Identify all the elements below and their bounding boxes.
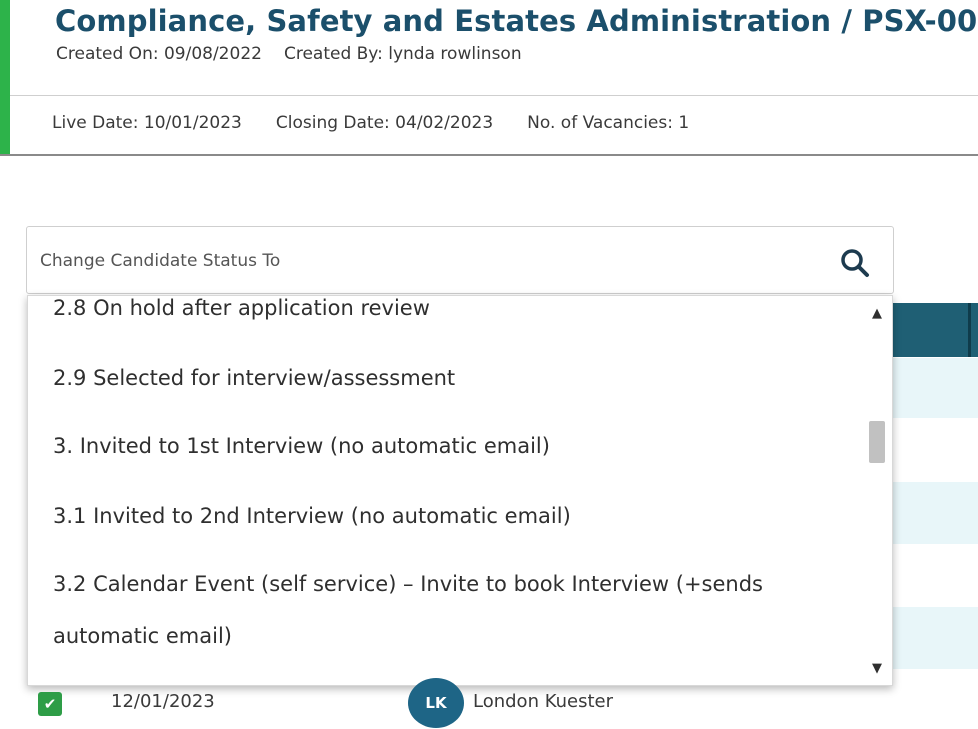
header-divider [10, 95, 978, 96]
change-status-label: Change Candidate Status To [40, 251, 281, 271]
live-date: Live Date: 10/01/2023 [52, 113, 242, 133]
scroll-down-arrow-icon[interactable]: ▼ [867, 659, 887, 679]
table-row-stripe [893, 482, 978, 544]
row-checkbox[interactable]: ✔ [38, 692, 62, 716]
status-option[interactable]: 2.8 On hold after application review [53, 296, 858, 334]
candidate-name[interactable]: London Kuester [473, 691, 613, 712]
header-bottom-border [0, 154, 978, 156]
status-option[interactable]: 3. Invited to 1st Interview (no automati… [53, 420, 858, 472]
accent-bar [0, 0, 10, 156]
change-status-select[interactable]: Change Candidate Status To [26, 226, 894, 294]
vacancies-count: No. of Vacancies: 1 [527, 113, 690, 133]
vacancy-header: Compliance, Safety and Estates Administr… [0, 0, 978, 156]
row-date: 12/01/2023 [111, 691, 215, 712]
vacancy-dates: Live Date: 10/01/2023 Closing Date: 04/02… [52, 113, 689, 133]
status-dropdown: 2.8 On hold after application review 2.9… [27, 295, 893, 686]
status-option[interactable]: 2.9 Selected for interview/assessment [53, 352, 858, 404]
page-title: Compliance, Safety and Estates Administr… [55, 4, 978, 38]
table-header [893, 303, 978, 357]
search-icon[interactable] [839, 247, 871, 279]
dropdown-scrollbar[interactable]: ▲ ▼ [862, 296, 892, 685]
status-option[interactable]: 3.2 Calendar Event (self service) – Invi… [53, 558, 858, 662]
avatar: LK [408, 678, 464, 728]
scroll-up-arrow-icon[interactable]: ▲ [867, 304, 887, 324]
table-row-stripe [893, 358, 978, 418]
status-options-list: 2.8 On hold after application review 2.9… [28, 296, 864, 685]
created-info: Created On: 09/08/2022 Created By: lynda … [56, 44, 522, 64]
table-row: ✔ 12/01/2023 LK London Kuester [0, 678, 978, 729]
created-by: Created By: lynda rowlinson [283, 44, 522, 64]
scroll-thumb[interactable] [869, 421, 885, 463]
table-row-stripe [893, 607, 978, 669]
created-on: Created On: 09/08/2022 [56, 44, 262, 64]
closing-date: Closing Date: 04/02/2023 [275, 113, 494, 133]
table-header-separator [968, 303, 971, 357]
status-option[interactable]: 3.1 Invited to 2nd Interview (no automat… [53, 490, 858, 542]
